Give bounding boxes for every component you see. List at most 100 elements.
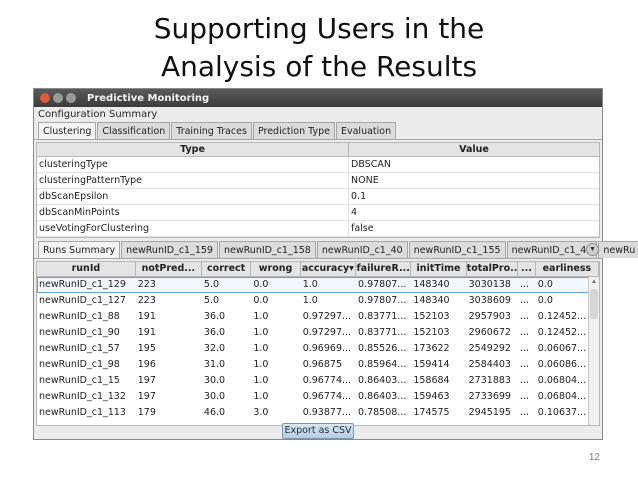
more-cell: ... bbox=[520, 327, 530, 338]
not-predicted-cell: 223 bbox=[137, 295, 156, 306]
configuration-table-header: Type Value bbox=[37, 143, 599, 157]
accuracy-cell: 0.93877... bbox=[302, 407, 352, 418]
export-as-csv-button[interactable]: Export as CSV bbox=[282, 423, 354, 439]
wrong-cell: 1.0 bbox=[253, 311, 269, 322]
window-title: Predictive Monitoring bbox=[87, 92, 210, 104]
not-predicted-cell: 197 bbox=[137, 375, 156, 386]
correct-cell: 36.0 bbox=[203, 311, 226, 322]
total-processing-cell: 2945195 bbox=[468, 407, 511, 418]
init-time-cell: 174575 bbox=[413, 407, 450, 418]
not-predicted-cell: 195 bbox=[137, 343, 156, 354]
tab-classification[interactable]: Classification bbox=[97, 122, 171, 139]
column-header-type[interactable]: Type bbox=[37, 143, 349, 156]
failure-rate-cell: 0.86403... bbox=[358, 375, 407, 386]
failure-rate-cell: 0.83771... bbox=[358, 311, 407, 322]
column-header-earliness[interactable]: earliness bbox=[536, 262, 599, 276]
table-row[interactable]: newRunID_c1_88 191 36.0 1.0 0.97297... 0.8377… bbox=[37, 309, 599, 325]
run-id-cell: newRunID_c1_113 bbox=[39, 407, 126, 418]
window-titlebar[interactable]: Predictive Monitoring bbox=[34, 89, 602, 107]
correct-cell: 31.0 bbox=[203, 359, 226, 370]
table-row[interactable]: newRunID_c1_15 197 30.0 1.0 0.96774... 0.8640… bbox=[37, 373, 599, 389]
column-header-init-time[interactable]: initTime bbox=[411, 262, 467, 276]
minimize-window-icon[interactable] bbox=[53, 93, 63, 103]
column-header-wrong[interactable]: wrong bbox=[251, 262, 301, 276]
column-header-run-id[interactable]: runId bbox=[37, 262, 136, 276]
failure-rate-cell: 0.97807... bbox=[358, 279, 407, 290]
config-row[interactable]: dbScanEpsilon 0.1 bbox=[37, 189, 599, 205]
maximize-window-icon[interactable] bbox=[66, 93, 76, 103]
correct-cell: 30.0 bbox=[203, 375, 226, 386]
init-time-cell: 173622 bbox=[413, 343, 450, 354]
column-header-correct[interactable]: correct bbox=[202, 262, 252, 276]
not-predicted-cell: 196 bbox=[137, 359, 156, 370]
tab-training-traces[interactable]: Training Traces bbox=[171, 122, 252, 139]
config-row[interactable]: clusteringPatternType NONE bbox=[37, 173, 599, 189]
correct-cell: 5.0 bbox=[203, 279, 220, 290]
more-cell: ... bbox=[520, 375, 530, 386]
column-header-accuracy[interactable]: accuracy▾ bbox=[301, 262, 357, 276]
config-row[interactable]: dbScanMinPoints 4 bbox=[37, 205, 599, 221]
run-id-cell: newRunID_c1_88 bbox=[39, 311, 120, 322]
wrong-cell: 1.0 bbox=[253, 359, 269, 370]
table-row[interactable]: newRunID_c1_132 197 30.0 1.0 0.96774... 0.864… bbox=[37, 389, 599, 405]
column-header-total-processing[interactable]: totalPro... bbox=[467, 262, 519, 276]
column-header-more[interactable]: ... bbox=[518, 262, 536, 276]
init-time-cell: 159463 bbox=[413, 391, 450, 402]
run-id-cell: newRunID_c1_57 bbox=[39, 343, 120, 354]
config-value-cell: false bbox=[351, 223, 374, 234]
total-processing-cell: 3030138 bbox=[468, 279, 511, 290]
tab-runs-summary[interactable]: Runs Summary bbox=[38, 241, 121, 258]
tab-run[interactable]: newRunID_c1_159 bbox=[121, 241, 218, 258]
tab-evaluation[interactable]: Evaluation bbox=[335, 122, 397, 139]
tab-run[interactable]: newRunID_c1_40 bbox=[316, 241, 408, 258]
total-processing-cell: 2733699 bbox=[468, 391, 511, 402]
failure-rate-cell: 0.85526... bbox=[358, 343, 407, 354]
slide-title-line-1: Supporting Users in the bbox=[153, 12, 485, 45]
tab-run[interactable]: newRu bbox=[598, 241, 638, 258]
column-header-failure-rate[interactable]: failureR... bbox=[356, 262, 412, 276]
column-header-value[interactable]: Value bbox=[349, 143, 599, 156]
correct-cell: 5.0 bbox=[203, 295, 220, 306]
config-row[interactable]: clusteringType DBSCAN bbox=[37, 157, 599, 173]
scroll-up-arrow-icon[interactable]: ▲ bbox=[589, 277, 599, 287]
config-row[interactable]: useVotingForClustering false bbox=[37, 221, 599, 237]
tab-clustering[interactable]: Clustering bbox=[38, 122, 97, 139]
more-cell: ... bbox=[520, 391, 530, 402]
tab-prediction-type[interactable]: Prediction Type bbox=[252, 122, 335, 139]
total-processing-cell: 2957903 bbox=[468, 311, 511, 322]
failure-rate-cell: 0.83771... bbox=[358, 327, 407, 338]
init-time-cell: 159414 bbox=[413, 359, 450, 370]
not-predicted-cell: 179 bbox=[137, 407, 156, 418]
failure-rate-cell: 0.85964... bbox=[358, 359, 407, 370]
config-value-cell: DBSCAN bbox=[351, 159, 391, 170]
table-row[interactable]: newRunID_c1_127 223 5.0 0.0 1.0 0.97807... 148… bbox=[37, 293, 599, 309]
table-vertical-scrollbar[interactable]: ▲ bbox=[588, 277, 599, 425]
table-row[interactable]: newRunID_c1_113 179 46.0 3.0 0.93877... 0.785… bbox=[37, 405, 599, 421]
run-id-cell: newRunID_c1_132 bbox=[39, 391, 126, 402]
table-row[interactable]: newRunID_c1_57 195 32.0 1.0 0.96969... 0.8552… bbox=[37, 341, 599, 357]
configuration-summary-label: Configuration Summary bbox=[38, 109, 158, 120]
scrollbar-thumb[interactable] bbox=[590, 289, 598, 319]
run-id-cell: newRunID_c1_15 bbox=[39, 375, 120, 386]
column-header-not-predicted[interactable]: notPred... bbox=[136, 262, 202, 276]
wrong-cell: 0.0 bbox=[253, 279, 269, 290]
run-id-cell: newRunID_c1_90 bbox=[39, 327, 120, 338]
table-row[interactable]: newRunID_c1_90 191 36.0 1.0 0.97297... 0.8377… bbox=[37, 325, 599, 341]
total-processing-cell: 2584403 bbox=[468, 359, 511, 370]
correct-cell: 32.0 bbox=[203, 343, 226, 354]
config-type-cell: useVotingForClustering bbox=[37, 221, 349, 236]
run-id-cell: newRunID_c1_129 bbox=[39, 279, 126, 290]
tabs-overflow-chevron-down-icon[interactable]: ▼ bbox=[586, 243, 599, 256]
accuracy-cell: 1.0 bbox=[302, 279, 318, 290]
tab-run[interactable]: newRunID_c1_41 bbox=[506, 241, 598, 258]
not-predicted-cell: 191 bbox=[137, 311, 156, 322]
init-time-cell: 152103 bbox=[413, 327, 450, 338]
table-row[interactable]: newRunID_c1_129 223 5.0 0.0 1.0 0.97807... 148… bbox=[37, 277, 599, 293]
more-cell: ... bbox=[520, 311, 530, 322]
tab-run[interactable]: newRunID_c1_158 bbox=[218, 241, 316, 258]
more-cell: ... bbox=[520, 359, 530, 370]
table-row[interactable]: newRunID_c1_98 196 31.0 1.0 0.96875 0.85964..… bbox=[37, 357, 599, 373]
runs-summary-table: runId notPred... correct wrong accuracy▾… bbox=[36, 261, 600, 426]
tab-run[interactable]: newRunID_c1_155 bbox=[408, 241, 506, 258]
close-window-icon[interactable] bbox=[40, 93, 50, 103]
